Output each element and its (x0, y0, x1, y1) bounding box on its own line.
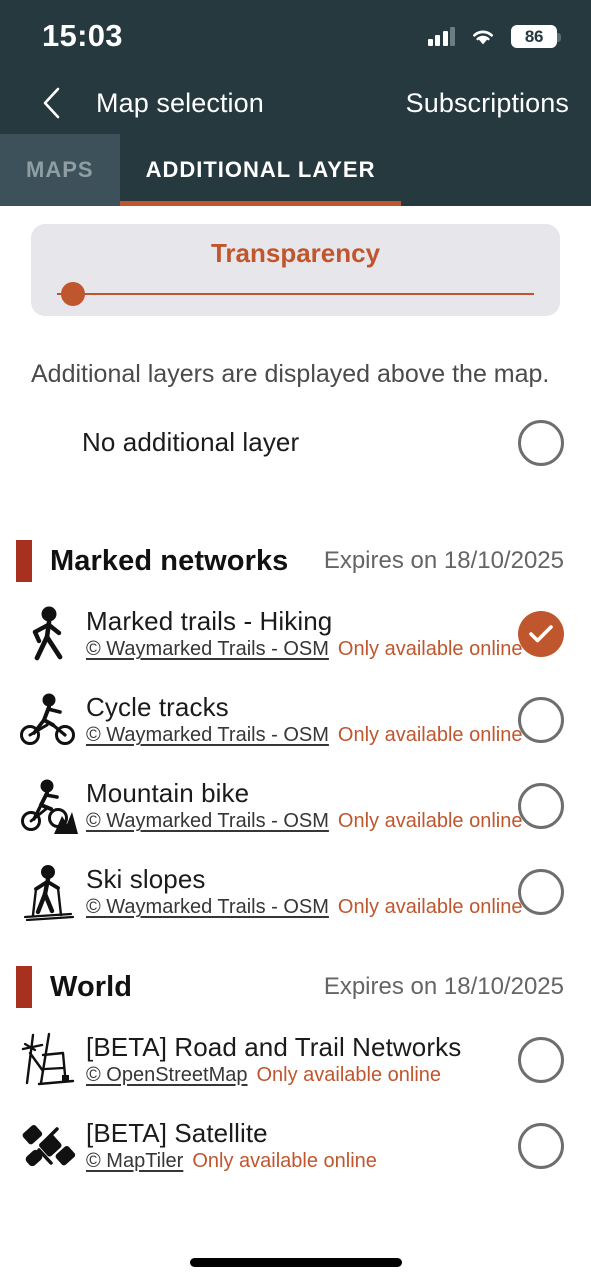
section-expiry-label: Expires on 18/10/2025 (323, 547, 564, 574)
attribution-link[interactable]: © Waymarked Trails - OSM (86, 724, 329, 747)
content-area: Transparency Additional layers are displ… (0, 206, 591, 1280)
row-body: Ski slopes © Waymarked Trails - OSM Only… (86, 863, 522, 920)
home-indicator[interactable] (189, 1258, 402, 1267)
radio-ski-slopes[interactable] (518, 869, 564, 915)
list-item-label: Cycle tracks (86, 691, 229, 722)
radio-mountain-bike[interactable] (518, 783, 564, 829)
availability-label: Only available online (337, 724, 523, 747)
list-item-label: Marked trails - Hiking (86, 605, 333, 636)
radio-road-and-trail-networks[interactable] (518, 1037, 564, 1083)
transparency-label: Transparency (210, 238, 381, 268)
radio-satellite[interactable] (518, 1123, 564, 1169)
row-body: [BETA] Road and Trail Networks © OpenStr… (86, 1031, 504, 1088)
skier-icon (16, 859, 82, 925)
list-item-mountain-bike[interactable]: Mountain bike © Waymarked Trails - OSM O… (0, 763, 591, 849)
row-body: Mountain bike © Waymarked Trails - OSM O… (86, 777, 522, 834)
app-root: 15:03 86 Map selection Subscriptions MAP… (0, 0, 591, 1280)
list-item-road-and-trail-networks[interactable]: [BETA] Road and Trail Networks © OpenStr… (0, 1017, 591, 1103)
list-item-label: Mountain bike (86, 777, 250, 808)
row-subtitle: © Waymarked Trails - OSM Only available … (86, 896, 522, 919)
list-item-label: Ski slopes (86, 863, 206, 894)
battery-level-label: 86 (524, 26, 544, 46)
section-header-world: World Expires on 18/10/2025 (0, 957, 591, 1017)
row-subtitle: © Waymarked Trails - OSM Only available … (86, 638, 522, 661)
layers-hint-text: Additional layers are displayed above th… (31, 360, 550, 388)
row-subtitle: © OpenStreetMap Only available online (86, 1064, 504, 1087)
row-body: No additional layer (82, 427, 504, 458)
subscriptions-button[interactable]: Subscriptions (406, 88, 569, 119)
list-item-label: [BETA] Satellite (86, 1117, 268, 1148)
row-subtitle: © Waymarked Trails - OSM Only available … (86, 724, 522, 747)
navigation-bar: Map selection Subscriptions (0, 72, 591, 134)
app-header: 15:03 86 Map selection Subscriptions MAP… (0, 0, 591, 206)
attribution-link[interactable]: © Waymarked Trails - OSM (86, 896, 329, 919)
transparency-slider[interactable] (57, 282, 534, 306)
list-item-label: [BETA] Road and Trail Networks (86, 1031, 462, 1062)
row-subtitle: © MapTiler Only available online (86, 1150, 504, 1173)
page-title: Map selection (96, 87, 264, 118)
cyclist-icon (16, 687, 82, 753)
attribution-link[interactable]: © MapTiler (86, 1150, 183, 1173)
slider-track (57, 293, 534, 295)
row-body: [BETA] Satellite © MapTiler Only availab… (86, 1117, 504, 1174)
back-chevron-icon[interactable] (34, 86, 68, 120)
list-item-cycle-tracks[interactable]: Cycle tracks © Waymarked Trails - OSM On… (0, 677, 591, 763)
list-item-satellite[interactable]: [BETA] Satellite © MapTiler Only availab… (0, 1103, 591, 1189)
status-bar-indicators: 86 (427, 24, 561, 48)
check-icon (529, 625, 553, 643)
availability-label: Only available online (256, 1064, 442, 1087)
hiker-icon (16, 601, 82, 667)
row-body: Cycle tracks © Waymarked Trails - OSM On… (86, 691, 522, 748)
list-item-marked-trails-hiking[interactable]: Marked trails - Hiking © Waymarked Trail… (0, 591, 591, 677)
attribution-link[interactable]: © OpenStreetMap (86, 1064, 247, 1087)
list-item-no-additional-layer[interactable]: No additional layer (0, 403, 591, 483)
row-subtitle: © Waymarked Trails - OSM Only available … (86, 810, 522, 833)
radio-marked-trails-hiking[interactable] (518, 611, 564, 657)
mountain-biker-icon (16, 773, 82, 839)
radio-no-additional-layer[interactable] (518, 420, 564, 466)
list-item-ski-slopes[interactable]: Ski slopes © Waymarked Trails - OSM Only… (0, 849, 591, 935)
section-expiry-label: Expires on 18/10/2025 (323, 973, 564, 1000)
tab-bar: MAPS ADDITIONAL LAYER (0, 134, 591, 206)
tab-maps[interactable]: MAPS (0, 134, 120, 206)
attribution-link[interactable]: © Waymarked Trails - OSM (86, 638, 329, 661)
section-marker-bar (16, 966, 32, 1008)
availability-label: Only available online (337, 896, 523, 919)
satellite-icon (16, 1113, 82, 1179)
radio-cycle-tracks[interactable] (518, 697, 564, 743)
section-header-marked-networks: Marked networks Expires on 18/10/2025 (0, 531, 591, 591)
row-body: Marked trails - Hiking © Waymarked Trail… (86, 605, 522, 662)
road-network-icon (16, 1027, 82, 1093)
tab-additional-layer[interactable]: ADDITIONAL LAYER (119, 134, 402, 206)
slider-thumb[interactable] (61, 282, 85, 306)
section-marker-bar (16, 540, 32, 582)
status-bar: 15:03 86 (0, 0, 591, 72)
wifi-icon (473, 30, 493, 45)
availability-label: Only available online (192, 1150, 377, 1173)
availability-label: Only available online (337, 810, 523, 833)
section-title: Marked networks (50, 544, 289, 577)
availability-label: Only available online (337, 638, 523, 661)
status-bar-clock: 15:03 (42, 18, 123, 53)
transparency-card: Transparency (31, 224, 560, 316)
list-item-label: No additional layer (82, 427, 300, 458)
attribution-link[interactable]: © Waymarked Trails - OSM (86, 810, 329, 833)
battery-icon: 86 (511, 24, 561, 48)
cellular-signal-icon (427, 26, 455, 46)
section-title: World (50, 970, 133, 1003)
